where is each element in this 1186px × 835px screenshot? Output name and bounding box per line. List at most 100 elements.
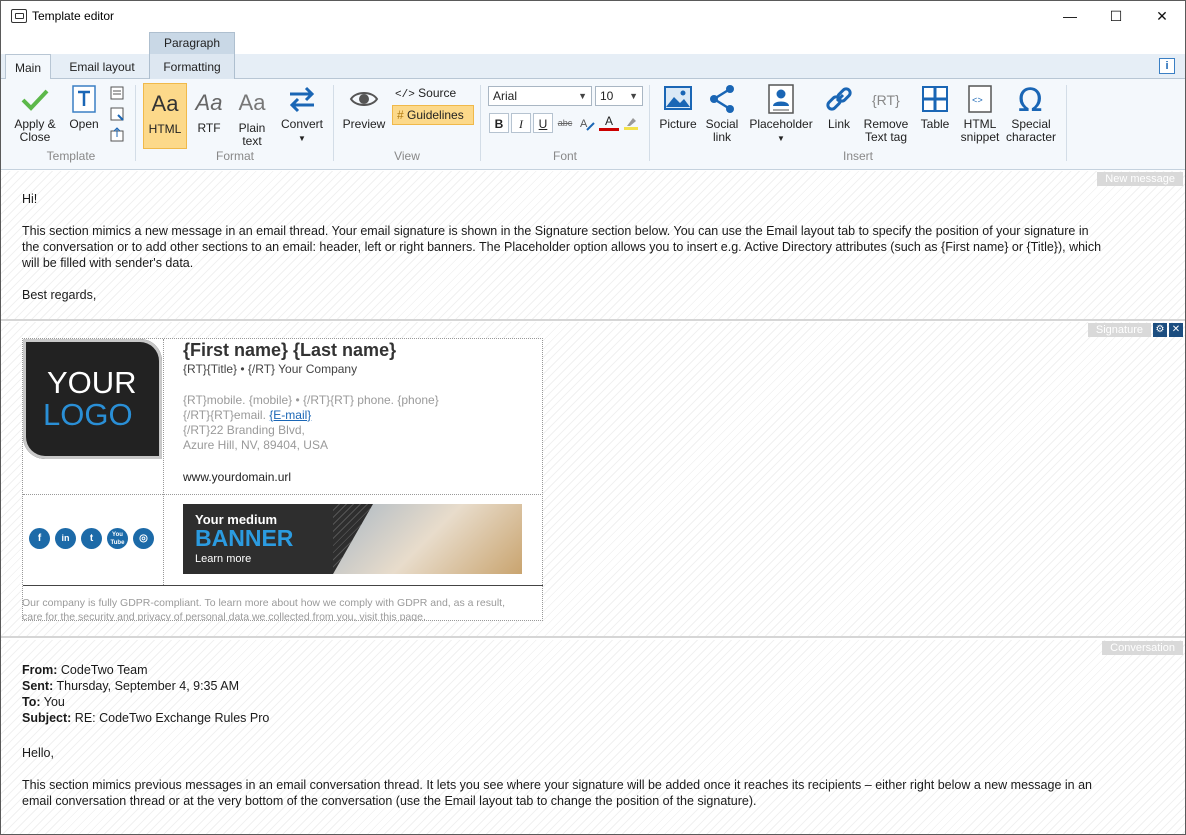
from-value: CodeTwo Team [57,663,148,677]
group-label-view: View [394,149,420,163]
signature-banner[interactable]: Your medium BANNER Learn more [183,504,522,574]
format-html-button[interactable]: Aa HTML [143,83,187,149]
placeholder-user-icon [768,84,794,114]
group-separator [480,85,481,161]
save-as-icon[interactable] [109,106,125,122]
signature-label: Signature [1087,323,1151,337]
group-separator [1066,85,1067,161]
plain-label: Plain [238,121,266,135]
to-value: You [40,695,65,709]
font-color-button[interactable]: A [599,113,619,131]
context-tab-paragraph[interactable]: Paragraph [149,32,235,54]
remove-label: Remove [863,117,909,131]
template-editor-window: Template editor — ☐ ✕ Paragraph Main Ema… [0,0,1186,835]
open-template-icon [72,85,96,113]
group-label-font: Font [552,149,577,163]
facebook-icon[interactable]: f [29,528,50,549]
convert-label: Convert [280,117,324,131]
insert-link-button[interactable]: Link [819,83,859,131]
title-bar: Template editor — ☐ ✕ [1,1,1185,31]
gear-icon[interactable]: ⚙ [1153,323,1167,337]
preview-button[interactable]: Preview [341,83,387,131]
youtube-icon[interactable]: You Tube [107,528,128,549]
export-icon[interactable] [109,127,125,143]
subject-value: RE: CodeTwo Exchange Rules Pro [71,711,270,725]
social-label: Social [705,117,739,131]
rtf-aa-icon: Aa [195,90,223,115]
share-icon [710,85,734,113]
close-icon[interactable]: ✕ [1169,323,1183,337]
close-button[interactable]: ✕ [1139,1,1185,31]
html-label: HTML [148,122,182,136]
bold-button[interactable]: B [489,113,509,133]
special-label: Special [1011,117,1051,131]
link-label: link [712,130,731,144]
checkmark-icon [21,89,49,111]
svg-text:{RT}: {RT} [872,92,900,108]
eye-icon [349,92,379,106]
clear-format-icon[interactable]: A [579,116,595,132]
insert-html-snippet-button[interactable]: <> HTML snippet [957,83,1003,144]
guidelines-button[interactable]: # Guidelines [392,105,474,125]
conversation-to: To: You [22,694,65,710]
text-label: text [242,134,262,148]
maximize-button[interactable]: ☐ [1093,1,1139,31]
logo-text: LOGO [43,397,133,432]
info-icon[interactable]: i [1159,58,1175,74]
font-size-value: 10 [600,89,614,103]
instagram-icon[interactable]: ◎ [133,528,154,549]
underline-button[interactable]: U [533,113,553,133]
twitter-icon[interactable]: t [81,528,102,549]
picture-label: Picture [659,117,697,131]
format-plain-text-button[interactable]: Aa Plain text [233,83,271,148]
linkedin-icon[interactable]: in [55,528,76,549]
closing-text: Best regards, [22,288,97,302]
insert-table-button[interactable]: Table [915,83,955,131]
tab-email-layout[interactable]: Email layout [57,54,147,79]
insert-social-link-button[interactable]: Social link [701,83,743,144]
open-button[interactable]: Open [65,83,103,131]
signature-title-line: {RT}{Title} • {/RT} Your Company [183,362,358,376]
svg-text:<>: <> [972,96,983,106]
conversation-subject: Subject: RE: CodeTwo Exchange Rules Pro [22,710,269,726]
insert-placeholder-button[interactable]: Placeholder ▼ [747,83,815,145]
source-button[interactable]: </> Source [395,86,456,101]
conversation-label: Conversation [1102,641,1183,655]
sent-value: Thursday, September 4, 9:35 AM [53,679,239,693]
minimize-button[interactable]: — [1047,1,1093,31]
new-message-label: New message [1097,172,1183,186]
from-label: From: [22,663,58,677]
font-size-select[interactable]: 10 ▼ [595,86,643,106]
svg-text:Ω: Ω [1018,83,1042,115]
subject-label: Subject: [22,711,72,725]
strikethrough-button[interactable]: abc [555,113,575,133]
tab-main[interactable]: Main [5,54,51,80]
guidelines-label: Guidelines [407,108,464,122]
snippet-label: snippet [960,130,1000,144]
signature-address-line: {/RT}22 Branding Blvd, [183,423,305,437]
convert-arrows-icon [289,86,315,113]
apply-label: Apply & [14,117,56,131]
logo-text: YOUR [47,365,137,400]
insert-special-character-button[interactable]: Ω Special character [1005,83,1057,144]
new-message-body-line: will be filled with sender's data. [22,256,194,270]
email-link[interactable]: {E-mail} [269,408,311,422]
company-logo: YOUR LOGO [23,339,162,459]
format-rtf-button[interactable]: Aa RTF [191,83,227,135]
italic-button[interactable]: I [511,113,531,133]
email-prefix: {/RT}{RT}email. [183,408,270,422]
highlight-icon[interactable] [623,115,639,131]
conversation-hello: Hello, [22,746,54,760]
tab-formatting[interactable]: Formatting [149,54,235,79]
font-family-select[interactable]: Arial ▼ [488,86,592,106]
insert-picture-button[interactable]: Picture [657,83,699,131]
preview-label: Preview [342,117,386,131]
save-icon[interactable] [109,85,125,101]
apply-close-button[interactable]: Apply & Close [9,83,61,144]
greeting-text: Hi! [22,192,38,206]
convert-button[interactable]: Convert ▼ [277,83,327,145]
remove-text-tag-button[interactable]: {RT} Remove Text tag [861,83,911,144]
signature-website: www.yourdomain.url [183,470,292,484]
html-snippet-icon: <> [968,85,992,113]
source-label: Source [418,86,457,100]
